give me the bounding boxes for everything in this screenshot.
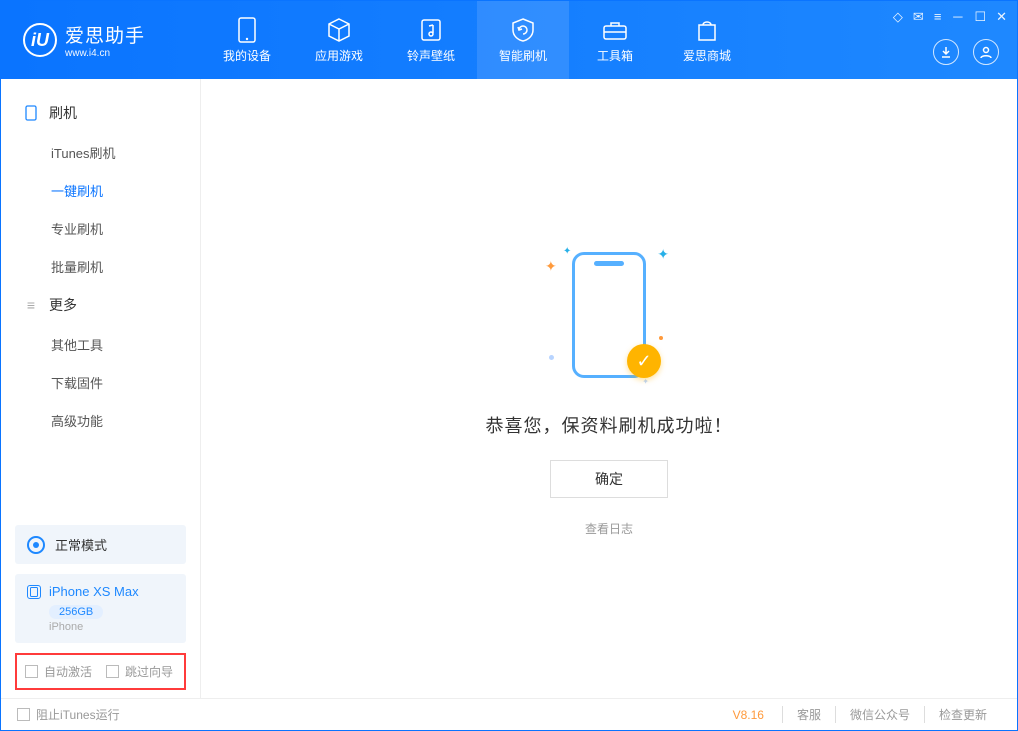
sidebar-item-oneclick-flash[interactable]: 一键刷机 bbox=[1, 171, 200, 209]
checkbox-box-icon bbox=[17, 708, 30, 721]
user-button[interactable] bbox=[973, 39, 999, 65]
nav-apps-games[interactable]: 应用游戏 bbox=[293, 1, 385, 79]
sparkle-icon: ✦ bbox=[545, 258, 557, 275]
footer: 阻止iTunes运行 V8.16 客服 微信公众号 检查更新 bbox=[1, 698, 1017, 730]
sidebar: 刷机 iTunes刷机 一键刷机 专业刷机 批量刷机 ≡ 更多 其他工具 下载固… bbox=[1, 79, 201, 698]
minimize-button[interactable]: － bbox=[951, 7, 964, 26]
app-title: 爱思助手 bbox=[65, 21, 145, 48]
checkbox-box-icon bbox=[106, 665, 119, 678]
highlighted-checkbox-row: 自动激活 跳过向导 bbox=[15, 653, 186, 690]
sidebar-item-other-tools[interactable]: 其他工具 bbox=[1, 325, 200, 363]
main-content: ✦ ✦ ✦ ✦ ✓ 恭喜您，保资料刷机成功啦！ 确定 查看日志 bbox=[201, 79, 1017, 698]
sidebar-item-itunes-flash[interactable]: iTunes刷机 bbox=[1, 133, 200, 171]
logo-icon: iU bbox=[23, 23, 57, 57]
logo-block: iU 爱思助手 www.i4.cn bbox=[1, 1, 201, 79]
body: 刷机 iTunes刷机 一键刷机 专业刷机 批量刷机 ≡ 更多 其他工具 下载固… bbox=[1, 79, 1017, 698]
footer-link-support[interactable]: 客服 bbox=[782, 706, 835, 723]
maximize-button[interactable]: ☐ bbox=[974, 9, 986, 25]
sidebar-item-advanced[interactable]: 高级功能 bbox=[1, 401, 200, 439]
nav-smart-flash[interactable]: 智能刷机 bbox=[477, 1, 569, 79]
shirt-icon[interactable]: ◇ bbox=[893, 9, 903, 25]
device-name: iPhone XS Max bbox=[49, 584, 139, 599]
sidebar-group-flash: 刷机 bbox=[1, 93, 200, 133]
sidebar-group-more: ≡ 更多 bbox=[1, 285, 200, 325]
bag-icon bbox=[694, 17, 720, 43]
mode-label: 正常模式 bbox=[55, 535, 107, 554]
close-button[interactable]: ✕ bbox=[996, 9, 1007, 25]
window-controls-row1: ◇ ✉ ≡ － ☐ ✕ bbox=[893, 7, 1007, 26]
music-icon bbox=[418, 17, 444, 43]
checkbox-box-icon bbox=[25, 665, 38, 678]
version-label: V8.16 bbox=[733, 708, 764, 722]
ok-button[interactable]: 确定 bbox=[550, 460, 668, 498]
dot-icon bbox=[659, 336, 663, 340]
device-card[interactable]: iPhone XS Max 256GB iPhone bbox=[15, 574, 186, 643]
header: iU 爱思助手 www.i4.cn 我的设备 应用游戏 铃声壁纸 智能刷机 bbox=[1, 1, 1017, 79]
nav-my-device[interactable]: 我的设备 bbox=[201, 1, 293, 79]
app-window: iU 爱思助手 www.i4.cn 我的设备 应用游戏 铃声壁纸 智能刷机 bbox=[0, 0, 1018, 731]
sparkle-icon: ✦ bbox=[563, 246, 571, 257]
checkbox-block-itunes[interactable]: 阻止iTunes运行 bbox=[17, 706, 120, 723]
window-controls-row2 bbox=[933, 39, 999, 65]
nav-toolbox[interactable]: 工具箱 bbox=[569, 1, 661, 79]
top-nav: 我的设备 应用游戏 铃声壁纸 智能刷机 工具箱 爱思商城 bbox=[201, 1, 753, 79]
nav-store[interactable]: 爱思商城 bbox=[661, 1, 753, 79]
mode-card[interactable]: 正常模式 bbox=[15, 525, 186, 564]
feedback-icon[interactable]: ✉ bbox=[913, 9, 924, 25]
view-log-link[interactable]: 查看日志 bbox=[585, 520, 633, 537]
menu-icon[interactable]: ≡ bbox=[934, 9, 942, 24]
cube-icon bbox=[326, 17, 352, 43]
dot-icon bbox=[549, 355, 554, 360]
toolbox-icon bbox=[602, 17, 628, 43]
success-illustration: ✦ ✦ ✦ ✦ ✓ bbox=[519, 240, 699, 390]
sidebar-item-pro-flash[interactable]: 专业刷机 bbox=[1, 209, 200, 247]
success-message: 恭喜您，保资料刷机成功啦！ bbox=[486, 412, 733, 438]
checkbox-auto-activate[interactable]: 自动激活 bbox=[25, 663, 92, 680]
sparkle-icon: ✦ bbox=[642, 377, 649, 386]
device-capacity: 256GB bbox=[49, 605, 103, 619]
nav-ringtones[interactable]: 铃声壁纸 bbox=[385, 1, 477, 79]
phone-small-icon bbox=[23, 105, 39, 121]
sidebar-item-download-firmware[interactable]: 下载固件 bbox=[1, 363, 200, 401]
sidebar-item-batch-flash[interactable]: 批量刷机 bbox=[1, 247, 200, 285]
list-icon: ≡ bbox=[23, 297, 39, 313]
device-small-icon bbox=[27, 585, 41, 599]
mode-status-icon bbox=[27, 536, 45, 554]
refresh-shield-icon bbox=[510, 17, 536, 43]
footer-link-wechat[interactable]: 微信公众号 bbox=[835, 706, 924, 723]
success-check-icon: ✓ bbox=[627, 344, 661, 378]
device-brand: iPhone bbox=[49, 621, 174, 633]
sparkle-icon: ✦ bbox=[657, 246, 669, 263]
download-button[interactable] bbox=[933, 39, 959, 65]
footer-link-update[interactable]: 检查更新 bbox=[924, 706, 1001, 723]
device-icon bbox=[234, 17, 260, 43]
app-subtitle: www.i4.cn bbox=[65, 48, 145, 59]
checkbox-skip-wizard[interactable]: 跳过向导 bbox=[106, 663, 173, 680]
